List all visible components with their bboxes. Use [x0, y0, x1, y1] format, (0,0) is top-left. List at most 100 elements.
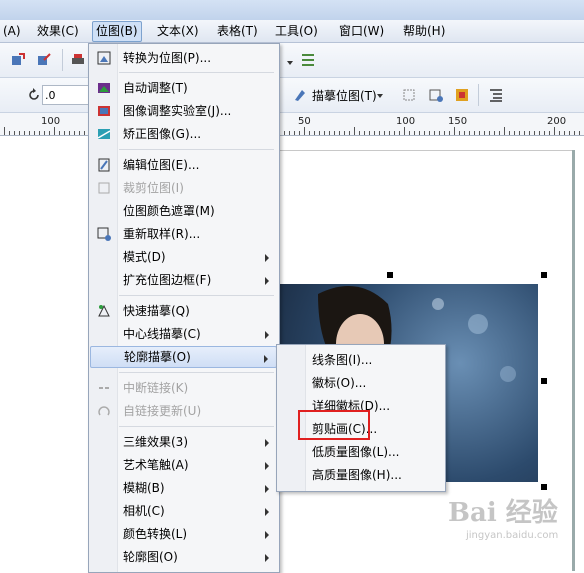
ruler-tick: [284, 131, 285, 135]
trace-dropdown-arrow-icon[interactable]: [376, 92, 384, 100]
menu-text[interactable]: 文本(X): [154, 23, 202, 39]
bitmaps-menu-item[interactable]: 编辑位图(E)...: [90, 154, 277, 176]
bitmaps-menu-item[interactable]: 自动调整(T): [90, 77, 277, 99]
submenu-item-label: 线条图(I)...: [312, 353, 373, 367]
menu-item-label: 模糊(B): [123, 481, 165, 495]
ruler-tick: [519, 131, 520, 135]
ruler-tick: [549, 131, 550, 135]
update-link-icon: [98, 406, 110, 416]
ruler-tick: [434, 131, 435, 135]
ruler-tick: [9, 131, 10, 135]
ruler-tick: [314, 131, 315, 135]
submenu-arrow-icon: [265, 554, 269, 562]
bitmaps-menu-item[interactable]: 模式(D): [90, 246, 277, 268]
submenu-arrow-icon: [264, 355, 268, 363]
watermark-text: Bai 经验: [448, 498, 558, 528]
submenu-item-logo[interactable]: 徽标(O)...: [278, 372, 443, 394]
ruler-tick: [24, 131, 25, 135]
bitmaps-menu-item: 自链接更新(U): [90, 400, 277, 422]
menu-table[interactable]: 表格(T): [214, 23, 261, 39]
bitmaps-menu-item[interactable]: 轮廓图(O): [90, 546, 277, 568]
menu-bitmaps[interactable]: 位图(B): [92, 21, 142, 42]
submenu-arrow-icon: [265, 531, 269, 539]
bitmaps-menu-item[interactable]: 转换为位图(P)...: [90, 47, 277, 69]
bitmaps-menu-item: 裁剪位图(I): [90, 177, 277, 199]
submenu-arrow-icon: [265, 277, 269, 285]
import-icon[interactable]: [10, 52, 26, 68]
options-icon[interactable]: [300, 52, 316, 68]
ruler-tick: [479, 131, 480, 135]
rotation-angle-input[interactable]: [42, 85, 92, 105]
bitmaps-menu-item[interactable]: 快速描摹(Q): [90, 300, 277, 322]
menu-separator: [119, 426, 274, 427]
ruler-tick: [289, 131, 290, 135]
edit-bitmap-icon: [98, 158, 110, 172]
selection-handle-right[interactable]: [541, 378, 547, 384]
bitmaps-menu-item[interactable]: 模糊(B): [90, 477, 277, 499]
ruler-tick: [344, 131, 345, 135]
ruler-label: 150: [448, 116, 468, 127]
bitmaps-menu-item[interactable]: 颜色转换(L): [90, 523, 277, 545]
bitmaps-menu-item[interactable]: 轮廓描摹(O): [90, 346, 277, 368]
ruler-tick: [454, 127, 455, 135]
bitmaps-menu-item[interactable]: 位图颜色遮罩(M): [90, 200, 277, 222]
ruler-tick: [489, 131, 490, 135]
menu-layout[interactable]: (A): [0, 23, 24, 39]
menu-window[interactable]: 窗口(W): [336, 23, 387, 39]
crop-bitmap-icon: [98, 182, 110, 194]
ruler-tick: [499, 131, 500, 135]
menu-item-label: 三维效果(3): [123, 435, 188, 449]
selection-handle-bottom-right[interactable]: [541, 484, 547, 490]
menu-separator: [119, 372, 274, 373]
ruler-tick: [484, 131, 485, 135]
menu-item-label: 颜色转换(L): [123, 527, 188, 541]
resample-icon: [97, 227, 111, 241]
selection-handle-top[interactable]: [387, 272, 393, 278]
bitmaps-menu-item[interactable]: 矫正图像(G)...: [90, 123, 277, 145]
ruler-tick: [399, 131, 400, 135]
menu-help[interactable]: 帮助(H): [400, 23, 448, 39]
ruler-tick: [14, 131, 15, 135]
ruler-tick: [554, 127, 555, 135]
resample-tool-icon[interactable]: [428, 87, 444, 103]
submenu-item-label: 高质量图像(H)...: [312, 468, 402, 482]
menu-item-label: 自动调整(T): [123, 81, 188, 95]
print-icon[interactable]: [70, 52, 86, 68]
submenu-item-label: 徽标(O)...: [312, 376, 367, 390]
image-adjust-lab-icon: [98, 106, 110, 116]
rotate-icon: [29, 88, 39, 100]
menu-effects[interactable]: 效果(C): [34, 23, 82, 39]
wrap-text-icon[interactable]: [488, 87, 504, 103]
menu-item-label: 矫正图像(G)...: [123, 127, 202, 141]
menu-item-label: 模式(D): [123, 250, 166, 264]
dropdown-arrow-icon[interactable]: [282, 55, 298, 71]
submenu-item-high-quality-image[interactable]: 高质量图像(H)...: [278, 464, 443, 486]
ruler-tick: [304, 127, 305, 135]
bitmaps-menu-item[interactable]: 中心线描摹(C): [90, 323, 277, 345]
trace-bitmap-icon: [295, 90, 305, 101]
submenu-item-line-art[interactable]: 线条图(I)...: [278, 349, 443, 371]
bitmaps-menu-item[interactable]: 艺术笔触(A): [90, 454, 277, 476]
bitmaps-menu-item[interactable]: 扩充位图边框(F): [90, 269, 277, 291]
watermark-url: jingyan.baidu.com: [466, 530, 559, 541]
submenu-item-low-quality-image[interactable]: 低质量图像(L)...: [278, 441, 443, 463]
bitmaps-menu-item[interactable]: 相机(C): [90, 500, 277, 522]
ruler-tick: [299, 131, 300, 135]
selection-handle-top-right[interactable]: [541, 272, 547, 278]
ruler-tick: [474, 131, 475, 135]
ruler-tick: [319, 131, 320, 135]
submenu-item-label: 低质量图像(L)...: [312, 445, 400, 459]
submenu-arrow-icon: [265, 508, 269, 516]
export-icon[interactable]: [36, 52, 52, 68]
ruler-tick: [369, 131, 370, 135]
ruler-tick: [364, 131, 365, 135]
bitmaps-menu-item[interactable]: 三维效果(3): [90, 431, 277, 453]
crop-bitmap-tool-icon[interactable]: [401, 87, 417, 103]
ruler-tick: [514, 131, 515, 135]
bitmaps-menu-item[interactable]: 重新取样(R)...: [90, 223, 277, 245]
ruler-tick: [389, 131, 390, 135]
trace-bitmap-button[interactable]: 描摹位图(T): [312, 87, 377, 104]
menu-tools[interactable]: 工具(O): [272, 23, 321, 39]
bitmap-mask-icon[interactable]: [454, 87, 470, 103]
bitmaps-menu-item[interactable]: 图像调整实验室(J)...: [90, 100, 277, 122]
